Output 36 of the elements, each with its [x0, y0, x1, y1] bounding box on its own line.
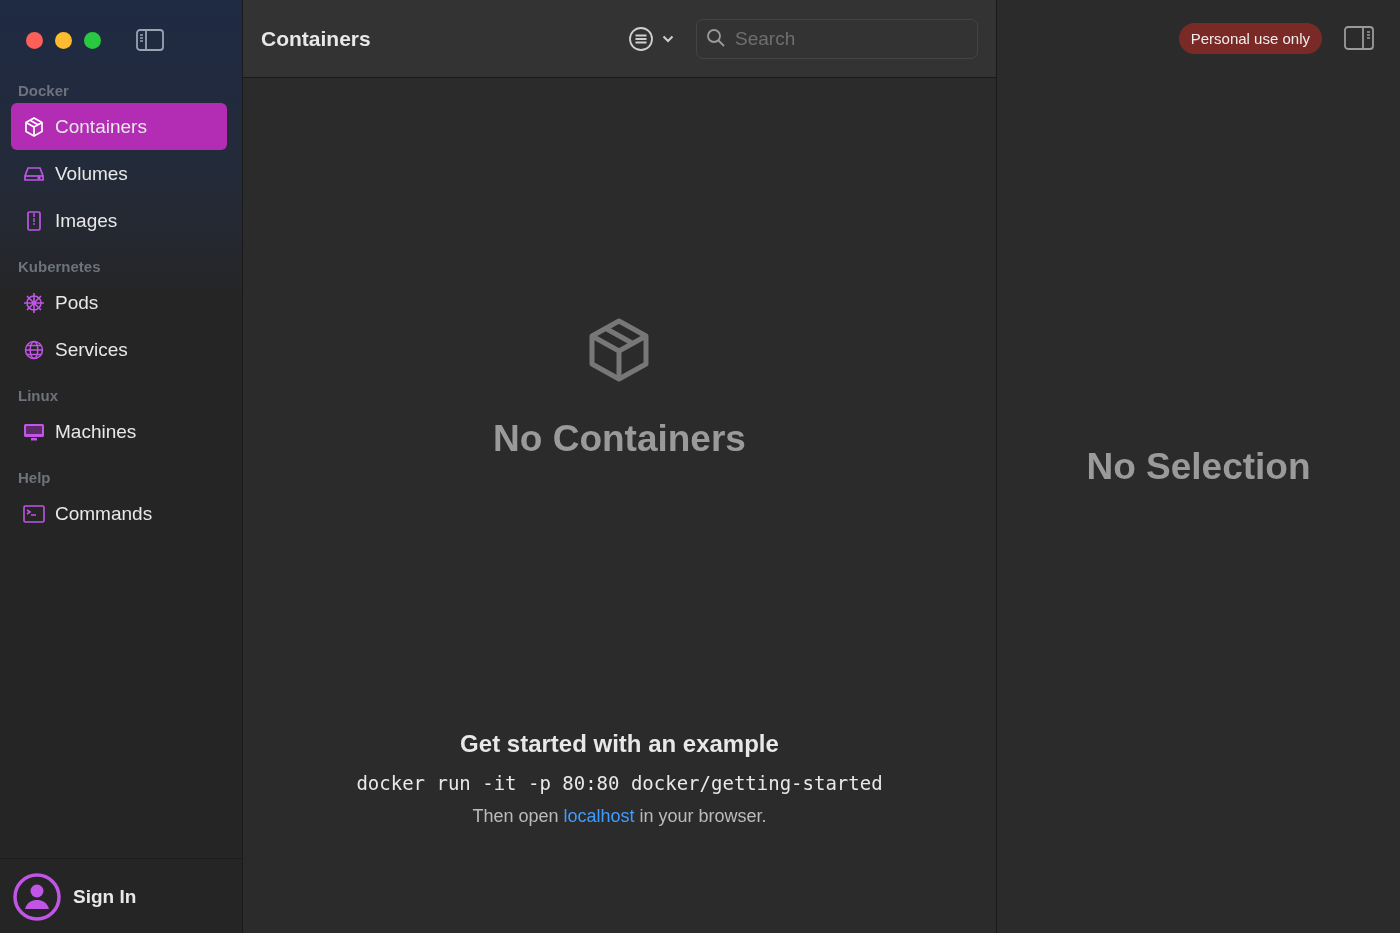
sidebar-item[interactable]: Containers [11, 103, 227, 150]
sidebar-toggle-icon[interactable] [136, 29, 164, 51]
cube-icon [588, 318, 651, 382]
page-title: Containers [261, 26, 372, 51]
sidebar-item[interactable]: Machines [11, 408, 227, 455]
example-heading: Get started with an example [460, 730, 779, 758]
section-header: Help [17, 469, 52, 488]
sidebar-item[interactable]: Pods [11, 279, 227, 326]
inspector-toggle-icon[interactable] [1344, 26, 1374, 50]
section-header: Docker [17, 82, 70, 101]
search-field[interactable]: Search [696, 18, 978, 59]
filter-menu-button[interactable] [628, 25, 674, 52]
terminal-icon [23, 502, 45, 525]
command-text: docker run -it -p 80:80 docker/getting-started [356, 772, 883, 794]
sidebar-item[interactable]: Volumes [11, 150, 227, 197]
sidebar-item[interactable]: Commands [11, 490, 227, 537]
sidebar-item[interactable]: Images [11, 197, 227, 244]
close-button[interactable] [26, 31, 43, 49]
license-badge: Personal use only [1178, 22, 1322, 54]
section-header: Linux [17, 387, 59, 406]
chevron-down-icon [662, 34, 674, 43]
sidebar-item[interactable]: Services [11, 326, 227, 373]
minimize-button[interactable] [55, 31, 72, 49]
hint-text: Then open localhost in your browser. [472, 806, 767, 827]
helm-wheel-icon [23, 291, 45, 314]
zoom-button[interactable] [84, 31, 101, 49]
section-header: Kubernetes [17, 258, 102, 277]
no-selection-label: No Selection [1086, 445, 1311, 488]
list-icon [628, 25, 654, 52]
cube-icon [23, 115, 45, 138]
globe-icon [23, 338, 45, 361]
localhost-link[interactable]: localhost [563, 806, 635, 826]
sign-in-button[interactable]: Sign In [0, 858, 242, 933]
search-icon [706, 27, 726, 48]
empty-state-title: No Containers [493, 418, 746, 460]
user-avatar-icon [13, 873, 61, 921]
